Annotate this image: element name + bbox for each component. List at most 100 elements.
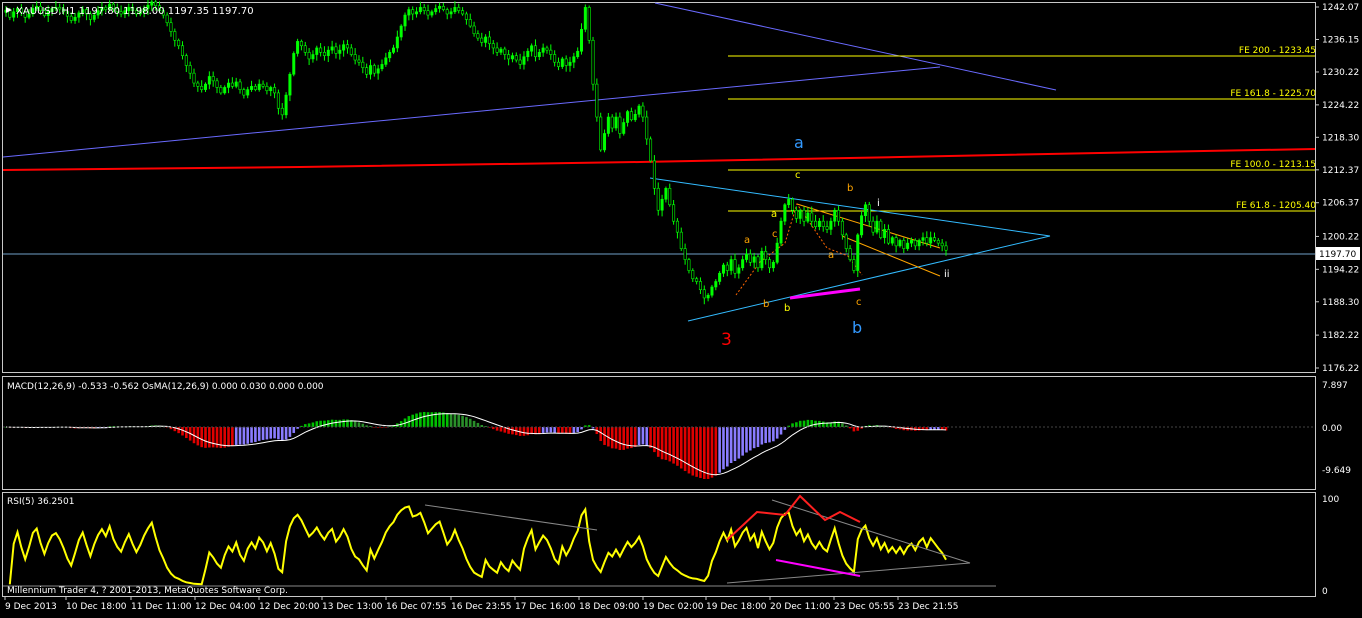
macd-bar	[177, 427, 180, 434]
macd-bar	[338, 419, 342, 427]
candle-body	[315, 47, 319, 55]
candle-body	[537, 52, 541, 58]
time-tick-label: 17 Dec 16:00	[515, 602, 576, 612]
macd-bar	[745, 427, 748, 453]
macd-bar	[453, 414, 457, 427]
candle-body	[576, 50, 580, 58]
candle-body	[334, 46, 338, 54]
candle-body	[518, 59, 522, 65]
price-tick-label: 1194.22	[1322, 265, 1359, 275]
macd-bar	[422, 411, 426, 427]
candle-body	[672, 204, 676, 222]
time-tick-label: 12 Dec 20:00	[259, 602, 320, 612]
macd-bar	[457, 414, 461, 427]
candle-body	[768, 259, 772, 269]
time-tick-label: 19 Dec 18:00	[706, 602, 767, 612]
chart-svg: 1242.07 1236.15 1230.22 1224.22 1218.30 1212.…	[0, 0, 1362, 614]
header-ohlc: 1197.80 1198.00 1197.35 1197.70	[79, 6, 254, 17]
candle-body	[284, 94, 288, 116]
candle-body	[299, 41, 303, 47]
candle-body	[192, 72, 196, 84]
macd-bar	[710, 427, 714, 478]
candle-body	[752, 256, 756, 263]
candle-body	[223, 87, 227, 94]
price-tick-label: 1236.15	[1322, 35, 1359, 45]
macd-bar	[852, 427, 856, 432]
macd-tick-top: 7.897	[1322, 381, 1348, 391]
macd-bar	[465, 417, 468, 427]
candle-body	[411, 9, 415, 15]
macd-bar	[726, 427, 729, 467]
candle-body	[265, 86, 269, 92]
macd-tick-bottom: -9.649	[1322, 466, 1351, 476]
price-tick-label: 1218.30	[1322, 133, 1359, 143]
candle-body	[837, 209, 841, 222]
candle-body	[783, 204, 787, 222]
candle-body	[445, 9, 449, 15]
candle-body	[940, 242, 944, 247]
candle-body	[188, 65, 192, 74]
candle-body	[388, 52, 392, 59]
time-tick-label: 16 Dec 07:55	[386, 602, 447, 612]
macd-bar	[353, 421, 357, 427]
macd-bar	[311, 422, 315, 427]
candle-body	[169, 22, 173, 32]
wave-label-big-3: 3	[721, 330, 732, 350]
candle-body	[645, 116, 649, 140]
candle-body	[894, 237, 898, 247]
candle-body	[491, 43, 495, 49]
candle-body	[591, 39, 595, 85]
wave-label-b2: b	[784, 303, 790, 314]
time-tick-label: 13 Dec 13:00	[322, 602, 383, 612]
price-tick-label: 1200.22	[1322, 232, 1359, 242]
candle-body	[280, 107, 284, 116]
candle-body	[814, 220, 818, 227]
macd-bar	[848, 427, 852, 429]
macd-bar	[223, 427, 226, 448]
candle-body	[633, 113, 637, 121]
time-tick-label: 23 Dec 21:55	[898, 602, 959, 612]
macd-bar	[668, 427, 672, 462]
candle-body	[860, 215, 864, 236]
macd-bar	[610, 427, 614, 449]
candle-body	[848, 248, 852, 260]
candle-body	[867, 204, 871, 222]
macd-bar	[664, 427, 668, 460]
candle-body	[614, 116, 618, 129]
candle-body	[403, 14, 407, 27]
candle-body	[345, 44, 349, 49]
candle-body	[372, 65, 376, 74]
macd-bar	[687, 427, 691, 474]
macd-bar	[292, 427, 296, 433]
candle-body	[307, 52, 311, 60]
candle-body	[200, 86, 204, 90]
candle-body	[641, 105, 645, 118]
macd-bar	[630, 427, 633, 449]
macd-bar	[468, 418, 472, 427]
candle-body	[230, 82, 234, 87]
candle-body	[415, 11, 419, 15]
candle-body	[629, 111, 633, 121]
price-tick-label: 1212.37	[1322, 166, 1359, 176]
macd-bar	[683, 427, 687, 472]
candle-body	[825, 226, 829, 230]
candle-body	[196, 82, 200, 87]
candle-body	[936, 240, 940, 244]
candle-body	[675, 220, 679, 233]
time-tick-label: 16 Dec 23:55	[451, 602, 512, 612]
macd-bar	[722, 427, 725, 470]
macd-tick-zero: 0.00	[1322, 424, 1342, 434]
macd-bar	[242, 427, 246, 445]
macd-bar	[334, 419, 338, 427]
macd-bar	[261, 427, 265, 440]
candle-body	[821, 220, 825, 227]
candle-body	[791, 198, 795, 211]
candle-body	[721, 264, 725, 274]
macd-bar	[768, 427, 771, 443]
candle-body	[890, 237, 894, 244]
candle-body	[180, 45, 184, 56]
wave-label-big-a: a	[794, 133, 804, 152]
candle-body	[652, 160, 656, 189]
candle-body	[250, 86, 254, 90]
candle-body	[725, 264, 729, 271]
